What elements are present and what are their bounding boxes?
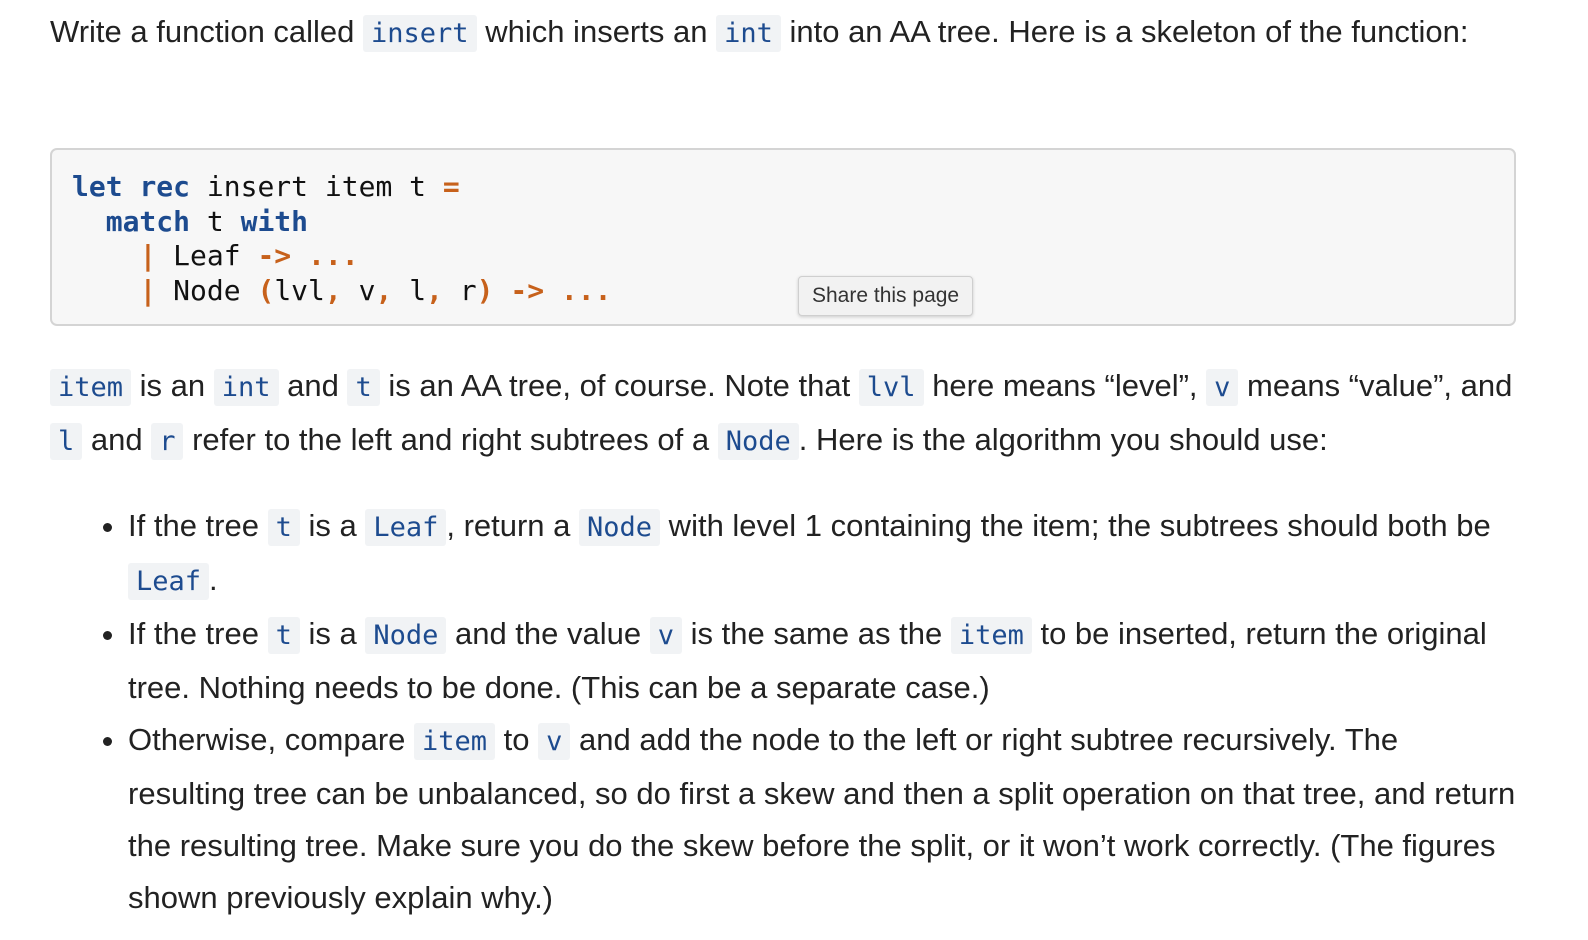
intro-text: which inserts an	[476, 14, 717, 49]
bullet-text: with level 1 containing the item; the su…	[660, 508, 1491, 543]
bullet-text: is a	[299, 508, 366, 543]
inline-code: t	[347, 369, 380, 406]
code-operator: ->	[257, 239, 292, 272]
code-keyword-let: let	[72, 170, 123, 203]
inline-code: item	[950, 617, 1032, 654]
bullet-text: to	[495, 722, 539, 757]
code-operator: |	[139, 239, 157, 272]
bullet-text: If the tree	[128, 616, 268, 651]
desc-text: is an AA tree, of course. Note that	[379, 368, 859, 403]
bullet-text: is the same as the	[682, 616, 951, 651]
code-operator: =	[442, 170, 460, 203]
code-operator: (	[257, 273, 275, 307]
code-operator: )	[476, 273, 494, 307]
desc-text: . Here is the algorithm you should use:	[798, 422, 1328, 457]
bullet-text: If the tree	[128, 508, 268, 543]
code-listing: let rec insert item t = match t with | L…	[72, 170, 612, 308]
list-item: Otherwise, compare item to v and add the…	[128, 714, 1518, 924]
bullet-text: and the value	[446, 616, 650, 651]
inline-code: t	[267, 617, 300, 654]
inline-code: Leaf	[365, 509, 447, 546]
code-text: r	[459, 273, 477, 307]
code-keyword-rec: rec	[139, 170, 191, 203]
inline-code: lvl	[858, 369, 924, 406]
intro-text: Write a function called	[50, 14, 364, 49]
code-text: t	[206, 204, 224, 238]
share-page-button[interactable]: Share this page	[798, 276, 974, 316]
inline-code: int	[213, 369, 279, 406]
list-item: If the tree t is a Node and the value v …	[128, 608, 1518, 714]
inline-code-int: int	[716, 15, 781, 52]
code-operator: ->	[510, 273, 545, 307]
description-paragraph: item is an int and t is an AA tree, of c…	[50, 360, 1518, 468]
code-text: Leaf	[173, 239, 241, 272]
inline-code: item	[50, 369, 132, 406]
inline-code: Node	[717, 423, 799, 460]
code-block: let rec insert item t = match t with | L…	[50, 148, 1516, 326]
algorithm-list: If the tree t is a Leaf, return a Node w…	[50, 500, 1518, 924]
desc-text: is an	[131, 368, 214, 403]
inline-code: item	[414, 723, 496, 760]
inline-code: v	[649, 617, 682, 654]
inline-code-insert: insert	[363, 15, 477, 52]
code-text: v	[358, 273, 376, 307]
code-operator: |	[139, 273, 157, 307]
code-operator: ,	[375, 273, 393, 307]
inline-code: t	[267, 509, 300, 546]
inline-code: v	[1206, 369, 1239, 406]
inline-code: v	[538, 723, 571, 760]
desc-text: here means “level”,	[923, 368, 1207, 403]
inline-code: Node	[579, 509, 661, 546]
bullet-text: is a	[299, 616, 366, 651]
code-text: l	[409, 273, 427, 307]
code-keyword-match: match	[105, 204, 191, 238]
intro-paragraph: Write a function called insert which ins…	[50, 6, 1468, 60]
code-operator: ...	[560, 273, 612, 307]
desc-text: refer to the left and right subtrees of …	[183, 422, 718, 457]
code-keyword-with: with	[240, 204, 309, 238]
bullet-text: .	[209, 562, 218, 597]
bullet-text: Otherwise, compare	[128, 722, 414, 757]
desc-text: and	[278, 368, 348, 403]
inline-code: Leaf	[128, 563, 210, 600]
inline-code: l	[50, 423, 83, 460]
bullet-text: , return a	[446, 508, 580, 543]
desc-text: means “value”, and	[1238, 368, 1513, 403]
code-text: lvl	[274, 273, 325, 307]
inline-code: r	[151, 423, 184, 460]
code-operator: ,	[324, 273, 342, 307]
desc-text: and	[82, 422, 152, 457]
inline-code: Node	[365, 617, 447, 654]
code-text: insert item t	[206, 170, 427, 203]
code-text: Node	[173, 273, 241, 307]
code-operator: ...	[308, 239, 359, 272]
intro-text: into an AA tree. Here is a skeleton of t…	[780, 14, 1469, 49]
list-item: If the tree t is a Leaf, return a Node w…	[128, 500, 1518, 608]
code-operator: ,	[426, 273, 443, 307]
